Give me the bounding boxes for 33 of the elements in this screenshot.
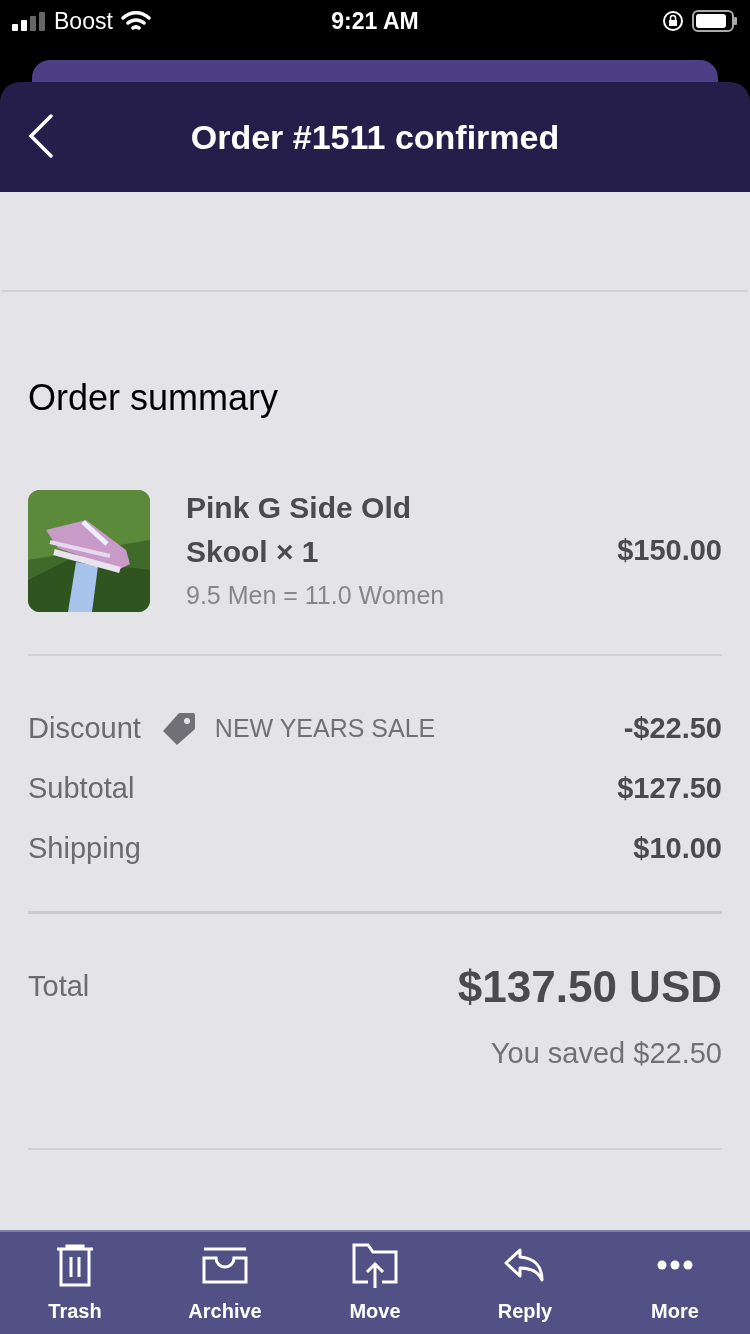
- toolbar-button[interactable]: Archive: [150, 1232, 300, 1334]
- savings-note: You saved $22.50: [490, 1036, 722, 1071]
- toolbar-button[interactable]: Reply: [450, 1232, 600, 1334]
- toolbar-button[interactable]: Move: [300, 1232, 450, 1334]
- line-label: Discount: [28, 710, 141, 746]
- carrier-name: Boost: [54, 6, 113, 36]
- product-name: Pink G Side Old Skool × 1: [186, 490, 413, 570]
- line-amount: -$22.50: [623, 710, 722, 746]
- total-label: Total: [28, 969, 90, 1005]
- status-time: 9:21 AM: [331, 6, 419, 36]
- trash-icon: [55, 1243, 95, 1287]
- toolbar-button[interactable]: Trash: [0, 1232, 150, 1334]
- more-icon: [657, 1260, 693, 1270]
- line-label: Shipping: [28, 830, 141, 866]
- line-label: Subtotal: [28, 770, 135, 806]
- product-price: $150.00: [617, 533, 722, 569]
- reply-icon: [504, 1248, 546, 1282]
- section-title: Order summary: [28, 380, 280, 416]
- wifi-icon: [120, 10, 151, 32]
- header-title: Order #1511 confirmed: [190, 116, 560, 158]
- battery-icon: [692, 10, 738, 32]
- discount-code: NEW YEARS SALE: [214, 712, 436, 744]
- product-variant: 9.5 Men = 11.0 Women: [186, 580, 446, 611]
- tag-icon: [160, 710, 197, 747]
- line-amount: $127.50: [617, 770, 722, 806]
- folder-upload-icon: [352, 1242, 398, 1288]
- signal-icon: [12, 11, 46, 31]
- toolbar-button[interactable]: More: [600, 1232, 750, 1334]
- line-amount: $10.00: [633, 830, 722, 866]
- back-icon: [28, 114, 54, 158]
- rotation-lock-icon: [662, 10, 684, 32]
- total-amount: $137.50 USD: [457, 961, 722, 1013]
- archive-icon: [202, 1246, 248, 1284]
